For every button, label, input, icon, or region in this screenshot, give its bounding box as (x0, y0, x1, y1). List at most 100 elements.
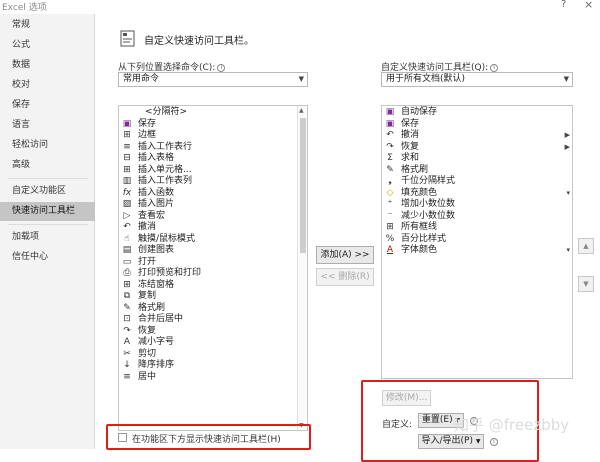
list-item[interactable]: ▨ 插入图片 (119, 199, 307, 211)
nav-item-accessibility[interactable]: 轻松访问 (0, 136, 95, 155)
list-item-label: 增加小数位数 (401, 199, 456, 209)
nav-item-data[interactable]: 数据 (0, 56, 95, 75)
list-item[interactable]: ⊡ 合并后居中 (119, 314, 307, 326)
list-item[interactable]: ↶撤消▶ (382, 130, 572, 142)
align-center-icon: ≡ (123, 371, 131, 382)
available-commands-scrollbar[interactable]: ▲ ▼ (297, 106, 307, 430)
list-item[interactable]: ⊟ 插入表格 (119, 153, 307, 165)
list-item[interactable]: ✎ 格式刷 (119, 303, 307, 315)
list-item[interactable]: ✎ 格式刷 (382, 165, 572, 177)
close-icon[interactable]: × (584, 0, 593, 11)
list-item-label: 触摸/鼠标模式 (138, 233, 196, 244)
nav-item-general[interactable]: 常规 (0, 16, 95, 35)
format-painter-icon: ✎ (123, 302, 131, 313)
list-item[interactable]: Σ 求和 (382, 153, 572, 165)
list-item-label: 复制 (138, 291, 157, 301)
list-item[interactable]: ⊞ 所有框线 (382, 222, 572, 234)
move-down-icon[interactable]: ▼ (578, 276, 594, 292)
nav-item-quick-access-toolbar[interactable]: 快速访问工具栏 (0, 202, 95, 221)
customize-toolbar-dropdown[interactable]: 用于所有文档(默认) ▼ (381, 72, 573, 87)
list-item[interactable]: ▷ 查看宏 (119, 211, 307, 223)
import-export-button[interactable]: 导入/导出(P) ▼ (418, 434, 484, 449)
list-item[interactable]: ▣ 保存 (119, 119, 307, 131)
customizations-label: 自定义: (382, 420, 413, 430)
page-title: 自定义快速访问工具栏。 (144, 36, 254, 47)
list-item[interactable]: ↷恢复▶ (382, 142, 572, 154)
list-item[interactable]: % 百分比样式 (382, 234, 572, 246)
redo-icon: ↷ (123, 325, 131, 336)
list-item-label: 插入图片 (138, 199, 175, 209)
list-item[interactable]: ≡ 插入工作表行 (119, 142, 307, 154)
list-item-label: 剪切 (138, 348, 157, 359)
nav-item-language[interactable]: 语言 (0, 116, 95, 135)
list-item[interactable]: ↷恢复▶ (119, 326, 307, 338)
list-item-label: 创建图表 (138, 245, 175, 255)
print-icon: ⎙ (123, 268, 131, 278)
list-item[interactable]: ⊞边框▶ (119, 130, 307, 142)
list-item-label: 边框 (138, 130, 157, 140)
list-item[interactable]: ◇ 填充颜色 ▾ (382, 188, 572, 200)
touch-mode-icon: ☝ (124, 233, 130, 244)
scroll-thumb[interactable] (300, 118, 306, 253)
undo-icon: ↶ (386, 130, 394, 140)
help-icon[interactable]: ? (561, 0, 566, 10)
list-item[interactable]: <分隔符> (119, 107, 307, 119)
list-item[interactable]: ⧉ 复制 (119, 291, 307, 303)
list-item[interactable]: ⊞ 插入单元格... (119, 165, 307, 177)
nav-item-trust-center[interactable]: 信任中心 (0, 248, 95, 267)
list-item-label: 居中 (138, 371, 157, 382)
nav-item-add-ins[interactable]: 加载项 (0, 228, 95, 247)
list-item-label: 减少小数位数 (401, 210, 456, 221)
list-item[interactable]: ⊞冻结窗格▾ (119, 280, 307, 292)
available-commands-list[interactable]: <分隔符> ▣保存 ⊞边框▶ ≡插入工作表行 ⊟插入表格 ⊞插入单元格... ▥… (118, 105, 308, 431)
toolbar-commands-list[interactable]: ▣ 自动保存 ▣ 保存 ↶ 撤消 ▶ ↷ 恢复 ▶ Σ 求和 ✎ 格式刷 ❟ 千位分隔样式 ◇ 填充… (381, 105, 573, 379)
chevron-down-icon: ▼ (475, 438, 481, 445)
list-item[interactable]: ☝触摸/鼠标模式▾ (119, 234, 307, 246)
remove-button[interactable]: << 删除(R) (316, 268, 374, 286)
move-up-icon[interactable]: ▲ (578, 238, 594, 254)
decrease-decimal-icon: ⁻ (387, 210, 393, 221)
list-item[interactable]: A 减小字号 (119, 337, 307, 349)
list-item[interactable]: ▭ 打开 (119, 257, 307, 269)
list-item[interactable]: ≡ 居中 (119, 372, 307, 384)
list-item[interactable]: ▤ 创建图表 (119, 245, 307, 257)
insert-table-icon: ⊟ (123, 153, 131, 163)
list-item[interactable]: fx 插入函数 (119, 188, 307, 200)
quick-access-toolbar-icon (120, 30, 135, 47)
list-item[interactable]: ▣ 自动保存 (382, 107, 572, 119)
list-item[interactable]: ↶撤消▶ (119, 222, 307, 234)
scroll-up-icon[interactable]: ▲ (299, 107, 304, 114)
comma-style-icon: ❟ (388, 176, 392, 186)
list-item-label: <分隔符> (145, 107, 188, 117)
nav-item-formulas[interactable]: 公式 (0, 36, 95, 55)
list-item-label: 插入单元格... (138, 164, 192, 175)
info-icon: i (490, 64, 499, 72)
add-button[interactable]: 添加(A) >> (316, 246, 374, 264)
nav-item-advanced[interactable]: 高级 (0, 156, 95, 175)
list-item-label: 撤消 (401, 130, 420, 140)
nav-item-save[interactable]: 保存 (0, 96, 95, 115)
list-item[interactable]: A 字体颜色 ▾ (382, 245, 572, 257)
list-item-label: 保存 (138, 118, 157, 129)
list-item[interactable]: ↓ 降序排序 (119, 360, 307, 372)
list-item[interactable]: ▣ 保存 (382, 119, 572, 131)
increase-decimal-icon: ⁺ (387, 199, 393, 209)
nav-item-customize-ribbon[interactable]: 自定义功能区 (0, 182, 95, 201)
window-title: Excel 选项 (2, 3, 47, 13)
title-bar: Excel 选项 ? × (0, 0, 600, 14)
list-item[interactable]: ✂ 剪切 (119, 349, 307, 361)
list-item[interactable]: ⁺ 增加小数位数 (382, 199, 572, 211)
modify-button[interactable]: 修改(M)... (382, 390, 431, 406)
customize-toolbar-value: 用于所有文档(默认) (386, 74, 466, 84)
nav-item-proofing[interactable]: 校对 (0, 76, 95, 95)
show-below-ribbon-checkbox[interactable] (118, 433, 127, 442)
list-item[interactable]: ⁻ 减少小数位数 (382, 211, 572, 223)
list-item-label: 填充颜色 (401, 187, 438, 198)
list-item[interactable]: ❟ 千位分隔样式 (382, 176, 572, 188)
list-item[interactable]: ⎙ 打印预览和打印 (119, 268, 307, 280)
fill-color-icon: ◇ (386, 187, 394, 198)
choose-commands-dropdown[interactable]: 常用命令 ▼ (118, 72, 308, 87)
save-icon: ▣ (385, 118, 395, 129)
list-item[interactable]: ▥ 插入工作表列 (119, 176, 307, 188)
list-item-label: 保存 (401, 118, 420, 129)
